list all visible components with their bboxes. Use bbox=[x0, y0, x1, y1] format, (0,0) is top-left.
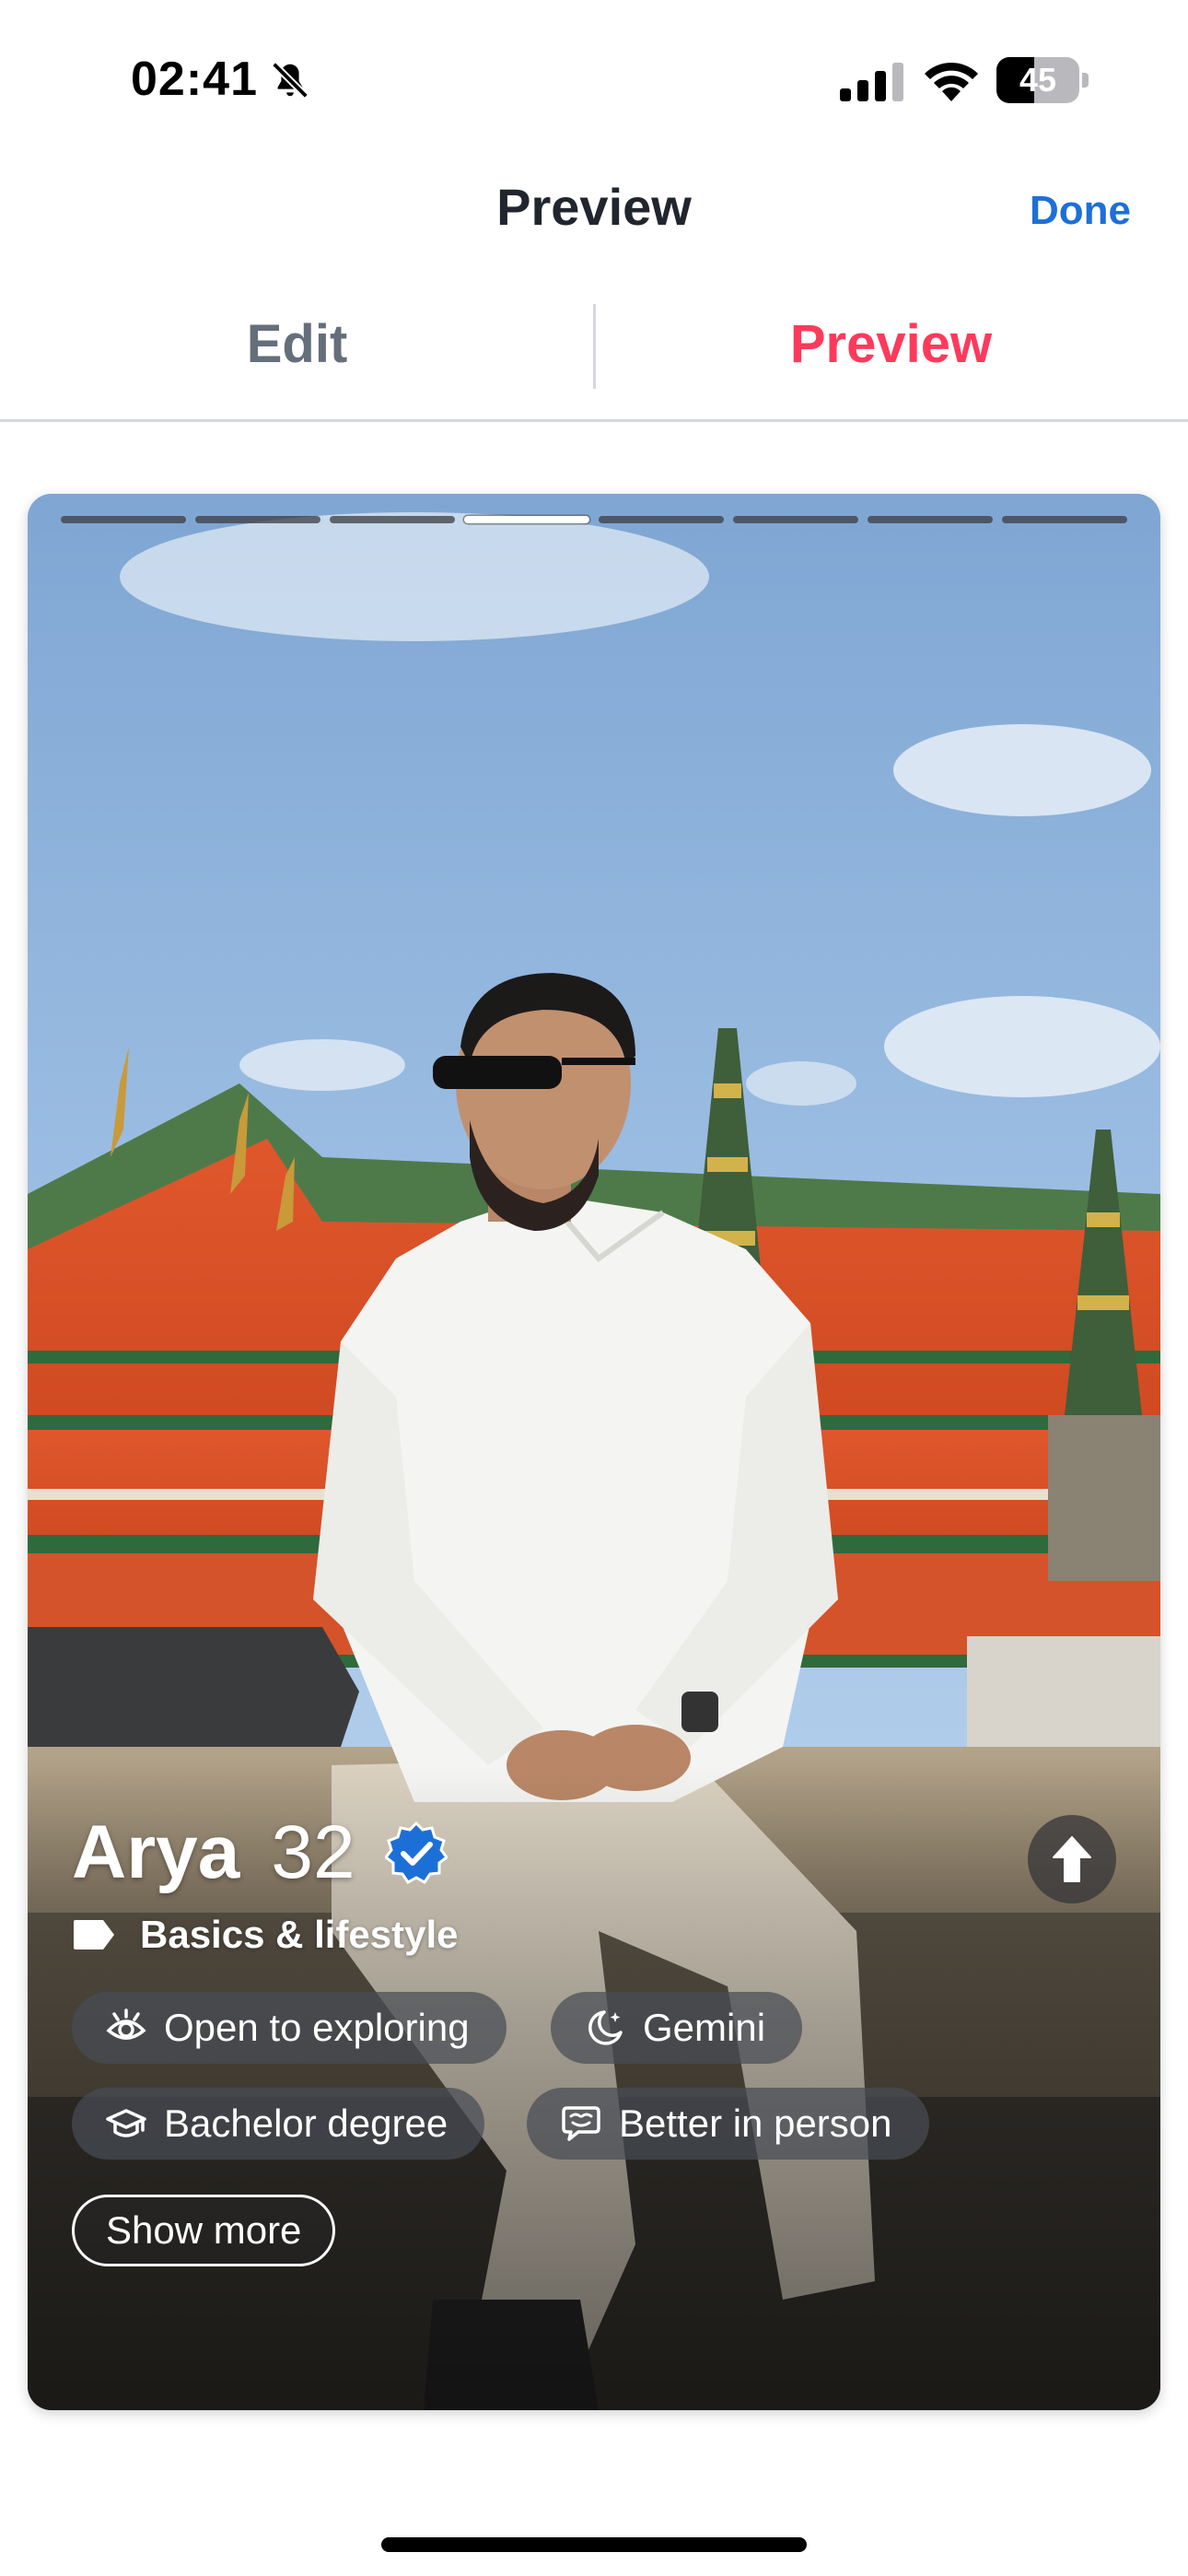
chat-bubble-icon bbox=[562, 2106, 600, 2141]
graduation-cap-icon bbox=[106, 2109, 146, 2137]
status-time: 02:41 bbox=[131, 53, 258, 106]
profile-name: Arya bbox=[72, 1810, 240, 1894]
tag-icon bbox=[74, 1920, 114, 1950]
photo-indicator-8[interactable] bbox=[1002, 516, 1127, 523]
done-button[interactable]: Done bbox=[1030, 188, 1131, 234]
chip-label: Bachelor degree bbox=[164, 2102, 448, 2145]
photo-indicators bbox=[61, 516, 1127, 525]
tab-edit[interactable]: Edit bbox=[0, 313, 594, 375]
moon-icon bbox=[588, 2010, 623, 2045]
profile-age: 32 bbox=[271, 1810, 355, 1894]
bell-off-icon bbox=[272, 62, 309, 99]
verified-badge-icon bbox=[384, 1821, 448, 1884]
photo-indicator-6[interactable] bbox=[733, 516, 858, 523]
battery-icon: 45 bbox=[996, 57, 1089, 103]
battery-level: 45 bbox=[1019, 61, 1057, 99]
name-row: Arya 32 bbox=[72, 1809, 448, 1896]
section-label: Basics & lifestyle bbox=[140, 1913, 459, 1956]
photo-indicator-4[interactable] bbox=[464, 516, 589, 523]
photo-indicator-7[interactable] bbox=[868, 516, 993, 523]
page-title: Preview bbox=[496, 178, 692, 236]
photo-indicator-2[interactable] bbox=[195, 516, 320, 523]
arrow-up-icon bbox=[1053, 1836, 1091, 1882]
photo-indicator-3[interactable] bbox=[330, 516, 455, 523]
signal-icon bbox=[840, 63, 903, 101]
chip-better-in-person[interactable]: Better in person bbox=[527, 2088, 929, 2160]
eye-icon bbox=[106, 2008, 146, 2040]
show-more-button[interactable]: Show more bbox=[72, 2195, 336, 2266]
status-bar: 02:41 45 bbox=[0, 0, 1188, 157]
chip-gemini[interactable]: Gemini bbox=[551, 1992, 803, 2064]
chip-label: Better in person bbox=[619, 2102, 892, 2145]
chip-bachelor-degree[interactable]: Bachelor degree bbox=[72, 2088, 485, 2160]
chip-label: Open to exploring bbox=[164, 2006, 470, 2049]
tab-bar: Edit Preview bbox=[0, 297, 1188, 422]
tab-preview[interactable]: Preview bbox=[594, 313, 1188, 375]
home-indicator[interactable] bbox=[381, 2537, 807, 2552]
wifi-icon bbox=[925, 62, 978, 101]
photo-indicator-1[interactable] bbox=[61, 516, 186, 523]
chip-label: Gemini bbox=[643, 2006, 766, 2049]
section-header: Basics & lifestyle bbox=[72, 1913, 459, 1957]
profile-card[interactable]: Arya 32 Basics & lifestyle Open to explo… bbox=[28, 494, 1160, 2410]
expand-profile-button[interactable] bbox=[1028, 1815, 1116, 1903]
chip-open-to-exploring[interactable]: Open to exploring bbox=[72, 1992, 507, 2064]
photo-indicator-5[interactable] bbox=[599, 516, 724, 523]
